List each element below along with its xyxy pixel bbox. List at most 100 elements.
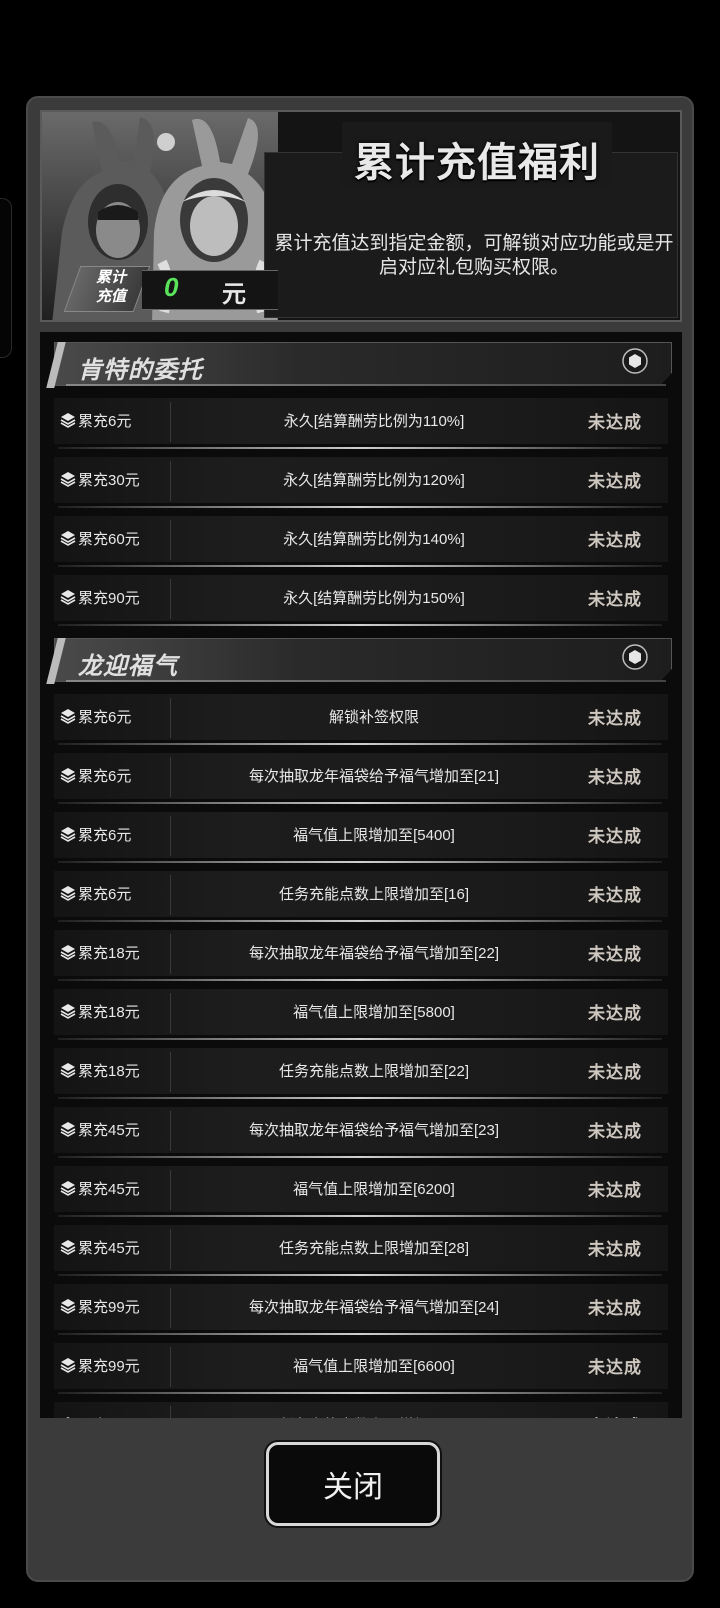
- row-underline: [58, 979, 662, 981]
- row-divider: [170, 698, 171, 738]
- row-underline: [58, 1156, 662, 1158]
- status-label: 未达成: [588, 1063, 642, 1082]
- header: 累计充值福利 累计充值达到指定金额，可解锁对应功能或是开启对应礼包购买权限。 累…: [40, 110, 682, 322]
- threshold-label: 累充18元: [78, 1063, 140, 1080]
- benefit-description: 福气值上限增加至[6200]: [293, 1181, 455, 1198]
- threshold-label: 累充18元: [78, 1004, 140, 1021]
- row-underline: [58, 506, 662, 508]
- row-underline: [58, 802, 662, 804]
- status-label: 未达成: [588, 413, 642, 432]
- threshold-label: 累充6元: [78, 413, 132, 430]
- recharge-benefits-panel: 累计充值福利 累计充值达到指定金额，可解锁对应功能或是开启对应礼包购买权限。 累…: [26, 96, 694, 1582]
- benefit-description: 福气值上限增加至[6600]: [293, 1358, 455, 1375]
- benefit-list-content: 肯特的委托 累充6元 永久[结算酬劳比例为110%] 未达成 累充30元 永久[结算酬劳比…: [40, 332, 682, 1418]
- total-charge-box: 累计 充值 0 元: [46, 262, 278, 318]
- stack-icon: [60, 1180, 76, 1196]
- threshold-label: 累充60元: [78, 531, 140, 548]
- benefit-row: 累充6元 永久[结算酬劳比例为110%] 未达成: [40, 392, 682, 451]
- charge-label: 累计 充值: [95, 269, 126, 305]
- side-tab[interactable]: [0, 198, 12, 358]
- benefit-description: 任务充能点数上限增加至[34]: [174, 1414, 574, 1418]
- benefit-description: 永久[结算酬劳比例为150%]: [283, 590, 465, 607]
- benefit-description: 福气值上限增加至[5400]: [293, 827, 455, 844]
- benefit-row: 累充6元 每次抽取龙年福袋给予福气增加至[21] 未达成: [40, 747, 682, 806]
- row-divider: [170, 816, 171, 856]
- charge-value: 0: [164, 272, 179, 302]
- row-divider: [170, 875, 171, 915]
- status-label: 未达成: [588, 1122, 642, 1141]
- threshold-label: 累充6元: [78, 768, 132, 785]
- status-label: 未达成: [588, 945, 642, 964]
- status-label: 未达成: [588, 768, 642, 787]
- hexagon-icon[interactable]: [622, 348, 648, 374]
- benefit-row: 累充60元 永久[结算酬劳比例为140%] 未达成: [40, 510, 682, 569]
- benefit-row: 累充6元 福气值上限增加至[5400] 未达成: [40, 806, 682, 865]
- hexagon-icon[interactable]: [622, 644, 648, 670]
- row-divider: [170, 934, 171, 974]
- stack-icon: [60, 1298, 76, 1314]
- stack-icon: [60, 589, 76, 605]
- threshold-label: 累充6元: [78, 709, 132, 726]
- row-underline: [58, 565, 662, 567]
- stack-icon: [60, 412, 76, 428]
- stack-icon: [60, 885, 76, 901]
- stack-icon: [60, 1357, 76, 1373]
- benefit-row: 累充18元 任务充能点数上限增加至[22] 未达成: [40, 1042, 682, 1101]
- status-label: 未达成: [588, 531, 642, 550]
- row-divider: [170, 461, 171, 501]
- benefit-description: 任务充能点数上限增加至[28]: [278, 1240, 470, 1257]
- benefit-row: 累充18元 每次抽取龙年福袋给予福气增加至[22] 未达成: [40, 924, 682, 983]
- benefit-description: 福气值上限增加至[5800]: [293, 1004, 455, 1021]
- page-title: 累计充值福利: [354, 141, 600, 185]
- benefit-description: 永久[结算酬劳比例为110%]: [283, 413, 465, 430]
- row-underline: [58, 1215, 662, 1217]
- row-underline: [58, 920, 662, 922]
- benefit-description: 解锁补签权限: [328, 709, 419, 726]
- benefit-row: 累充6元 解锁补签权限 未达成: [40, 688, 682, 747]
- charge-value-plate: [142, 270, 278, 310]
- status-label: 未达成: [588, 1412, 642, 1418]
- row-underline: [58, 861, 662, 863]
- benefit-row: 累充90元 永久[结算酬劳比例为150%] 未达成: [40, 569, 682, 628]
- benefit-row: 累充18元 福气值上限增加至[5800] 未达成: [40, 983, 682, 1042]
- benefit-row: 累充45元 福气值上限增加至[6200] 未达成: [40, 1160, 682, 1219]
- benefit-description: 任务充能点数上限增加至[22]: [278, 1063, 470, 1080]
- benefit-description: 永久[结算酬劳比例为140%]: [283, 531, 465, 548]
- threshold-label: 累充90元: [78, 590, 140, 607]
- stack-icon: [60, 1121, 76, 1137]
- threshold-label: 累充99元: [78, 1299, 140, 1316]
- row-divider: [170, 1170, 171, 1210]
- benefit-description: 每次抽取龙年福袋给予福气增加至[22]: [248, 945, 500, 962]
- benefit-description: 任务充能点数上限增加至[16]: [278, 886, 470, 903]
- benefit-row: 累充30元 永久[结算酬劳比例为120%] 未达成: [40, 451, 682, 510]
- benefit-row: 累充45元 任务充能点数上限增加至[28] 未达成: [40, 1219, 682, 1278]
- threshold-label: 累充45元: [78, 1181, 140, 1198]
- row-divider: [170, 1406, 171, 1418]
- status-label: 未达成: [588, 590, 642, 609]
- status-label: 未达成: [588, 1181, 642, 1200]
- stack-icon: [60, 826, 76, 842]
- benefit-description: 每次抽取龙年福袋给予福气增加至[24]: [248, 1299, 500, 1316]
- close-button[interactable]: 关闭: [266, 1442, 440, 1526]
- benefit-list[interactable]: 肯特的委托 累充6元 永久[结算酬劳比例为110%] 未达成 累充30元 永久[结算酬劳比…: [40, 332, 682, 1418]
- row-underline: [58, 1097, 662, 1099]
- row-divider: [170, 1288, 171, 1328]
- description: 累计充值达到指定金额，可解锁对应功能或是开启对应礼包购买权限。: [274, 233, 674, 278]
- threshold-label: 累充18元: [78, 945, 140, 962]
- stack-icon: [60, 471, 76, 487]
- threshold-label: 累充99元: [78, 1358, 140, 1375]
- stack-icon: [60, 767, 76, 783]
- section-header: 龙迎福气: [40, 628, 682, 688]
- stack-icon: [60, 1062, 76, 1078]
- row-divider: [170, 993, 171, 1033]
- stack-icon: [60, 1416, 76, 1418]
- benefit-row: 累充6元 任务充能点数上限增加至[16] 未达成: [40, 865, 682, 924]
- section-title: 龙迎福气: [78, 653, 178, 680]
- close-button-label: 关闭: [323, 1471, 383, 1504]
- status-label: 未达成: [588, 827, 642, 846]
- stack-icon: [60, 708, 76, 724]
- status-label: 未达成: [588, 1358, 642, 1377]
- benefit-row: 累充99元 任务充能点数上限增加至[34] 未达成: [40, 1396, 682, 1418]
- benefit-description: 每次抽取龙年福袋给予福气增加至[23]: [248, 1122, 500, 1139]
- benefit-row: 累充99元 每次抽取龙年福袋给予福气增加至[24] 未达成: [40, 1278, 682, 1337]
